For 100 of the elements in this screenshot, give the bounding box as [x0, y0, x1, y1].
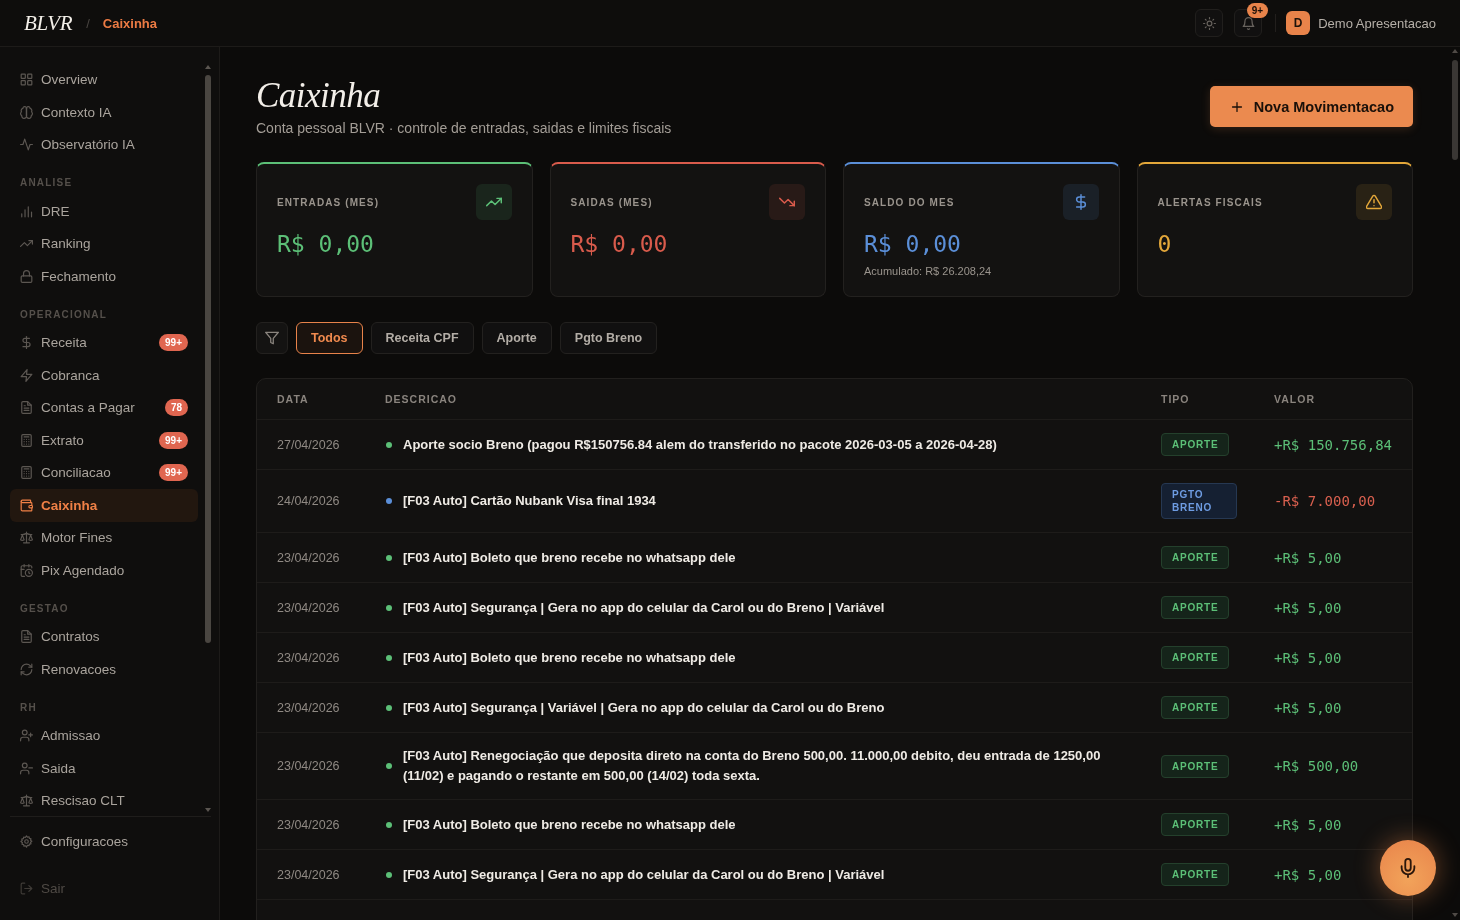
- sidebar-item[interactable]: Renovacoes: [10, 653, 198, 686]
- date-text: 23/04/2026: [277, 759, 341, 773]
- column-header[interactable]: DATA: [277, 393, 385, 405]
- new-transaction-button[interactable]: Nova Movimentacao: [1209, 86, 1413, 127]
- breadcrumb-separator: /: [86, 15, 90, 31]
- sidebar-item[interactable]: Receita 99+: [10, 326, 198, 359]
- microphone-button[interactable]: [1380, 840, 1436, 896]
- stat-label: SALDO DO MES: [864, 196, 955, 208]
- logo[interactable]: BLVR: [24, 10, 73, 36]
- type-badge: PGTO BRENO: [1161, 483, 1237, 519]
- filter-chip[interactable]: Receita CPF: [370, 322, 474, 354]
- column-header[interactable]: DESCRICAO: [385, 393, 1161, 405]
- refresh-icon: [20, 662, 33, 676]
- stat-value: R$ 0,00: [570, 230, 669, 258]
- type-badge: APORTE: [1161, 546, 1230, 569]
- user-avatar[interactable]: D: [1286, 11, 1311, 35]
- filter-chip[interactable]: Pgto Breno: [559, 322, 658, 354]
- bell-icon: [1241, 16, 1255, 30]
- type-badge: APORTE: [1161, 433, 1230, 456]
- count-badge: 99+: [159, 334, 188, 352]
- section-label: RH: [19, 700, 38, 715]
- calendar-clock-icon: [20, 563, 33, 577]
- description-text: [F03 Auto] Boleto que breno recebe no whatsapp dele: [403, 548, 736, 567]
- sidebar-item[interactable]: Pix Agendado: [10, 554, 198, 587]
- description-text: [F03 Auto] Renegociação que deposita direto na conta do Breno 500,00. 11.000,00 debito, deu entrada de 1250,00 (11/02) e pagando o restante em 500,00 (14/02) toda sexta.: [403, 747, 1102, 785]
- sidebar-item[interactable]: Motor Fines: [10, 521, 198, 554]
- sidebar-item[interactable]: Ranking: [10, 227, 198, 260]
- type-badge: APORTE: [1161, 754, 1230, 778]
- date-text: 23/04/2026: [277, 867, 341, 882]
- sidebar-item[interactable]: Admissao: [10, 719, 198, 752]
- caret-up-icon[interactable]: [1452, 49, 1458, 53]
- description-text: [F03 Auto] Boleto que breno recebe no whatsapp dele: [403, 815, 736, 834]
- sidebar-item[interactable]: Observatório IA: [10, 128, 198, 161]
- description-text: [F03 Auto] Segurança | Gera no app do celular da Carol ou do Breno | Variável: [403, 598, 885, 617]
- column-header[interactable]: VALOR: [1274, 393, 1394, 405]
- warning-icon: [1356, 184, 1392, 220]
- sidebar-item[interactable]: DRE: [10, 195, 198, 228]
- sidebar-item[interactable]: Contratos: [10, 620, 198, 653]
- user-plus-icon: [20, 729, 33, 743]
- amount-text: +R$ 5,00: [1274, 816, 1343, 833]
- notification-count: 9+: [1246, 3, 1269, 18]
- section-label: ANALISE: [19, 176, 74, 190]
- amount-text: -R$ 7.000,00: [1274, 493, 1377, 509]
- trend-up-icon: [475, 184, 512, 220]
- date-text: 24/04/2026: [277, 494, 341, 508]
- pulse-icon: [20, 138, 33, 152]
- sidebar-item[interactable]: Rescisao CLT: [10, 784, 198, 816]
- caret-down-icon[interactable]: [1452, 913, 1458, 917]
- section-label: GESTAO: [19, 601, 70, 616]
- bar-chart-icon: [20, 204, 33, 218]
- user-minus-icon: [20, 761, 33, 775]
- caret-down-icon[interactable]: [205, 808, 211, 812]
- column-header[interactable]: TIPO: [1161, 393, 1274, 405]
- page-subtitle: Conta pessoal BLVR · controle de entradas, saidas e limites fiscais: [256, 119, 672, 138]
- sidebar-item[interactable]: Saida: [10, 752, 198, 785]
- filter-chip[interactable]: Aporte: [481, 322, 552, 354]
- sidebar-item[interactable]: Contas a Pagar 78: [10, 391, 198, 424]
- filter-icon: [265, 331, 279, 345]
- count-badge: 99+: [159, 464, 188, 482]
- document-icon: [20, 401, 33, 415]
- calculator-icon: [20, 466, 33, 480]
- breadcrumb-current: Caixinha: [102, 15, 157, 31]
- description-text: Aporte socio Breno (pagou R$150756.84 alem do transferido no pacote 2026-03-05 a 2026-04-28): [403, 435, 997, 454]
- stat-note: Acumulado: R$ 26.208,24: [864, 264, 993, 278]
- stat-label: SAIDAS (MES): [570, 196, 653, 208]
- sidebar-item[interactable]: Configuracoes: [10, 825, 211, 858]
- date-text: 23/04/2026: [277, 817, 341, 832]
- type-badge: APORTE: [1161, 646, 1230, 669]
- sidebar-item[interactable]: Overview: [10, 63, 198, 96]
- theme-toggle-button[interactable]: [1195, 9, 1224, 37]
- trend-down-icon: [769, 184, 805, 220]
- page-title: Caixinha: [256, 77, 382, 115]
- stat-value: 0: [1157, 230, 1173, 258]
- amount-text: +R$ 5,00: [1274, 866, 1343, 883]
- filter-button[interactable]: [256, 322, 288, 354]
- type-badge: APORTE: [1161, 863, 1230, 886]
- sidebar-item[interactable]: Fechamento: [10, 260, 198, 293]
- stat-value: R$ 0,00: [864, 230, 962, 258]
- sidebar-item[interactable]: Cobranca: [10, 359, 198, 392]
- scrollbar-thumb[interactable]: [1452, 60, 1458, 160]
- filter-chip[interactable]: Todos: [296, 322, 363, 354]
- type-badge: APORTE: [1161, 696, 1230, 719]
- sidebar-item[interactable]: Contexto IA: [10, 96, 198, 129]
- stat-label: ALERTAS FISCAIS: [1157, 196, 1263, 208]
- wallet-icon: [20, 498, 33, 512]
- description-text: [F03 Auto] Boleto que breno recebe no whatsapp dele: [403, 648, 736, 667]
- sidebar-item[interactable]: Conciliacao 99+: [10, 456, 198, 489]
- settings-icon: [20, 834, 33, 848]
- stat-label: ENTRADAS (MES): [277, 196, 380, 208]
- type-badge: APORTE: [1161, 813, 1230, 836]
- caret-up-icon[interactable]: [205, 65, 211, 69]
- dollar-icon: [20, 336, 33, 350]
- user-name[interactable]: Demo Apresentacao: [1318, 15, 1436, 31]
- sidebar-item[interactable]: Caixinha: [10, 489, 198, 522]
- sidebar-item[interactable]: Extrato 99+: [10, 424, 198, 457]
- scale-icon: [20, 794, 33, 808]
- amount-text: +R$ 500,00: [1274, 758, 1360, 774]
- type-badge: APORTE: [1161, 596, 1230, 619]
- amount-text: +R$ 5,00: [1274, 699, 1343, 716]
- scrollbar-thumb[interactable]: [205, 75, 211, 643]
